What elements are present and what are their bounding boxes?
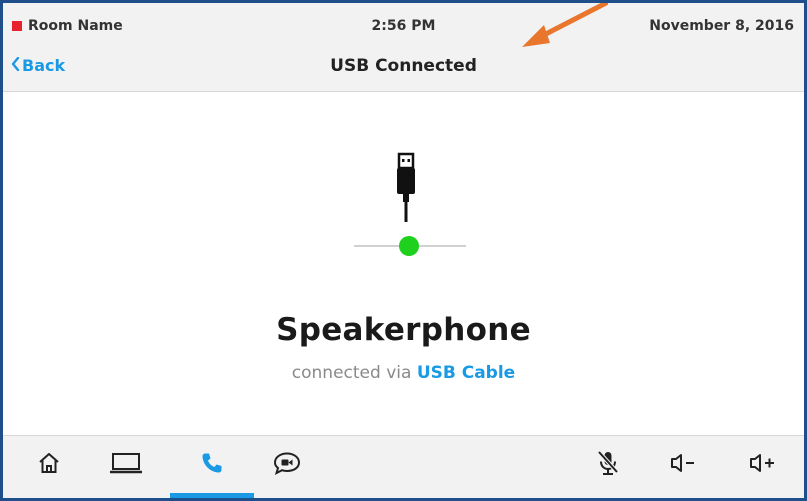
call-button[interactable] [192,448,232,478]
bottom-toolbar [3,435,804,498]
mic-mute-icon [597,450,619,475]
volume-down-button[interactable] [664,448,704,478]
touch-panel-frame: Room Name 2:56 PM November 8, 2016 Back … [0,0,807,501]
video-chat-button[interactable] [267,448,307,478]
status-bar: Room Name 2:56 PM November 8, 2016 [3,3,804,43]
volume-up-icon [750,454,774,472]
home-button[interactable] [29,448,69,478]
page-title: USB Connected [330,56,477,76]
active-tab-indicator [170,493,254,498]
volume-up-button[interactable] [743,448,783,478]
date: November 8, 2016 [649,18,794,34]
phone-icon [202,453,222,473]
connection-method: USB Cable [416,363,516,383]
laptop-icon [110,453,142,474]
video-chat-icon [273,452,301,475]
connection-prefix: connected via [291,363,412,383]
connection-description: connected via USB Cable [3,363,804,383]
home-icon [39,453,59,473]
usb-plug-icon [397,152,415,222]
connection-status-dot [399,236,419,256]
nav-bar: Back USB Connected [3,43,804,92]
main-content: Speakerphone connected via USB Cable [3,92,804,434]
volume-down-icon [671,454,694,472]
device-name: Speakerphone [276,312,531,348]
laptop-button[interactable] [106,448,146,478]
mic-mute-button[interactable] [588,448,628,478]
